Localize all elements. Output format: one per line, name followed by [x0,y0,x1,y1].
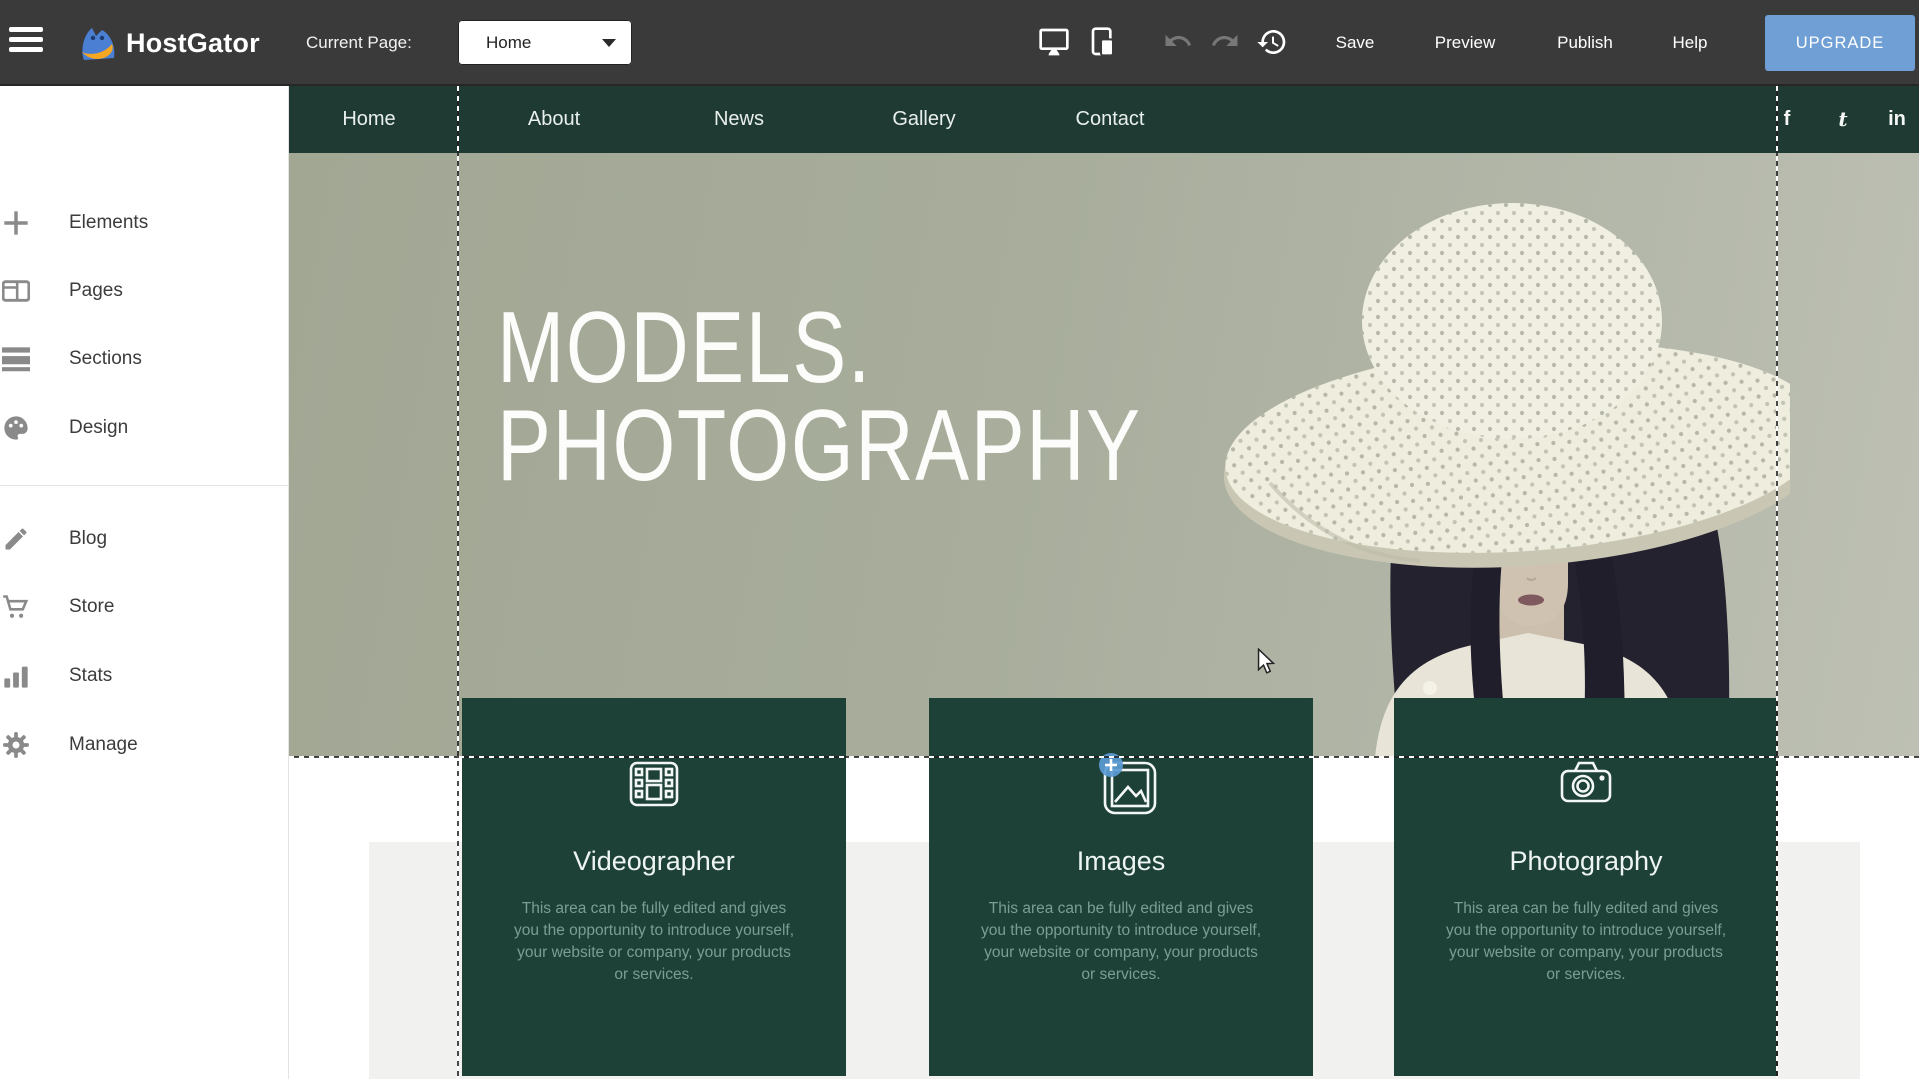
card-title: Images [929,846,1313,877]
desktop-view-icon[interactable] [1038,26,1070,60]
card-photography[interactable]: Photography This area can be fully edite… [1394,698,1778,1076]
site-nav-news[interactable]: News [679,86,799,153]
selection-guide-left [457,86,459,1079]
redo-icon[interactable] [1210,26,1242,60]
history-icon[interactable] [1256,26,1288,60]
site-nav-about[interactable]: About [494,86,614,153]
sidebar-item-sections[interactable]: Sections [0,339,289,379]
site-canvas: Home About News Gallery Contact f t in M… [289,86,1919,1079]
camera-icon [1556,753,1616,813]
site-nav-home[interactable]: Home [329,86,409,153]
bar-chart-icon [2,662,30,690]
mobile-view-icon[interactable] [1085,26,1117,60]
hostgator-gator-icon [76,22,120,71]
site-nav-contact[interactable]: Contact [1050,86,1170,153]
palette-icon [2,414,30,442]
hero-title: MODELS. PHOTOGRAPHY [497,299,1142,495]
pencil-icon [2,525,30,553]
twitter-icon[interactable]: t [1823,86,1863,153]
help-button[interactable]: Help [1655,0,1725,86]
facebook-icon[interactable]: f [1767,86,1807,153]
sidebar-item-pages[interactable]: Pages [0,271,289,311]
sidebar-divider [0,485,289,486]
current-page-label: Current Page: [306,0,412,86]
pages-icon [2,277,30,305]
sidebar-item-blog[interactable]: Blog [0,519,289,559]
gear-icon [2,731,30,759]
save-button[interactable]: Save [1320,0,1390,86]
site-navbar: Home About News Gallery Contact f t in [289,86,1919,153]
chevron-down-icon [602,39,616,47]
sidebar-item-stats[interactable]: Stats [0,656,289,696]
selection-guide-bottom [289,756,1919,758]
upgrade-button[interactable]: UPGRADE [1765,15,1915,71]
image-icon [1091,753,1151,813]
card-body: This area can be fully edited and gives … [512,898,796,986]
mouse-cursor [1255,648,1277,679]
selection-guide-right [1776,86,1778,1079]
card-title: Videographer [462,846,846,877]
card-body: This area can be fully edited and gives … [1444,898,1728,986]
card-images[interactable]: Images This area can be fully edited and… [929,698,1313,1076]
sidebar-item-store[interactable]: Store [0,587,289,627]
cart-icon [2,593,30,621]
editor-topbar: HostGator Current Page: Home Save Previe… [0,0,1919,86]
film-icon [624,753,684,813]
undo-icon[interactable] [1163,26,1195,60]
site-nav-gallery[interactable]: Gallery [864,86,984,153]
brand-title: HostGator [126,0,260,86]
card-videographer[interactable]: Videographer This area can be fully edit… [462,698,846,1076]
sidebar-item-design[interactable]: Design [0,408,289,448]
sidebar-item-elements[interactable]: Elements [0,203,289,243]
page-select-value: Home [486,20,531,65]
publish-button[interactable]: Publish [1540,0,1630,86]
card-body: This area can be fully edited and gives … [979,898,1263,986]
plus-icon [2,209,30,237]
sidebar-item-manage[interactable]: Manage [0,725,289,765]
preview-button[interactable]: Preview [1420,0,1510,86]
card-title: Photography [1394,846,1778,877]
linkedin-icon[interactable]: in [1877,86,1917,153]
hero-section[interactable]: MODELS. PHOTOGRAPHY [289,153,1919,757]
page-select[interactable]: Home [458,20,632,65]
hamburger-menu-icon[interactable] [9,27,43,59]
editor-sidebar: Elements Pages Sections Design Blog Stor… [0,86,289,1079]
hero-model-image [1150,153,1790,757]
sections-icon [2,345,30,373]
